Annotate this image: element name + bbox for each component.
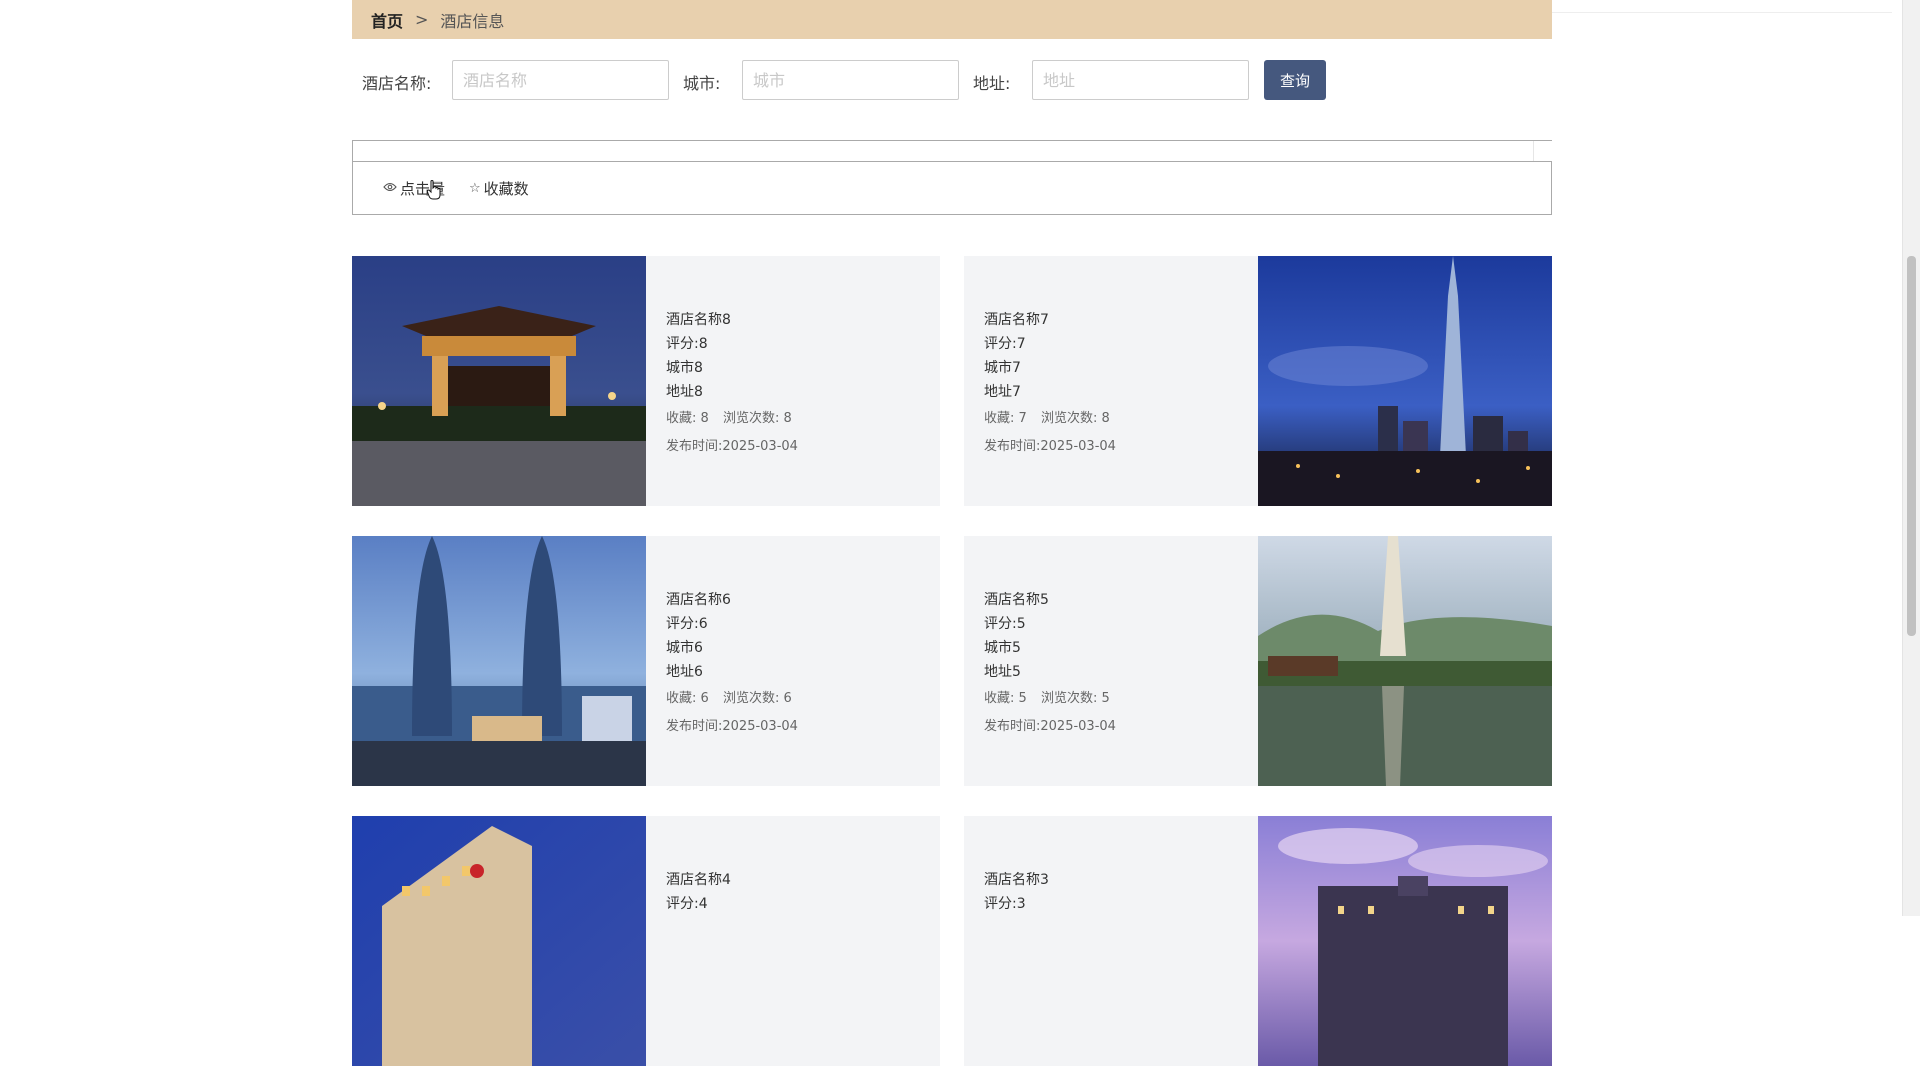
city-input[interactable]: [742, 60, 959, 100]
views-count: 8: [1101, 411, 1110, 426]
favorites-count: 5: [1018, 691, 1027, 706]
eye-icon: [383, 181, 397, 196]
hotel-info: 酒店名称5 评分:5 城市5 地址5 收藏: 5 浏览次数: 5 发布时间:20…: [984, 588, 1244, 740]
hotel-address: 地址7: [984, 384, 1021, 400]
hotel-image[interactable]: [352, 536, 646, 786]
hotel-image[interactable]: [1258, 536, 1552, 786]
favorites-count: 6: [700, 691, 709, 706]
hotel-name[interactable]: 酒店名称8: [666, 308, 926, 332]
publish-time: 发布时间:2025-03-04: [666, 714, 926, 740]
hotel-rating: 评分:8: [666, 336, 708, 352]
hotel-card[interactable]: 酒店名称5 评分:5 城市5 地址5 收藏: 5 浏览次数: 5 发布时间:20…: [964, 536, 1552, 786]
publish-time-label: 发布时间:: [984, 439, 1041, 454]
sort-by-favorites[interactable]: ☆ 收藏数: [469, 178, 529, 199]
favorites-label: 收藏:: [984, 411, 1015, 426]
hotel-city: 城市8: [666, 360, 703, 376]
header-divider: [1552, 12, 1892, 13]
hotel-name[interactable]: 酒店名称6: [666, 588, 926, 612]
hotel-image[interactable]: [1258, 816, 1552, 1066]
favorites-label: 收藏:: [666, 411, 697, 426]
sort-favorites-label: 收藏数: [483, 180, 529, 198]
publish-time: 发布时间:2025-03-04: [666, 434, 926, 460]
hotel-rating: 评分:4: [666, 896, 708, 912]
hotel-city: 城市5: [984, 640, 1021, 656]
sort-panel-strip: [353, 141, 1552, 162]
hotel-rating: 评分:5: [984, 616, 1026, 632]
favorites-count: 7: [1018, 411, 1027, 426]
hotel-rating: 评分:7: [984, 336, 1026, 352]
hotel-image[interactable]: [352, 256, 646, 506]
hotel-rating: 评分:3: [984, 896, 1026, 912]
publish-time-label: 发布时间:: [666, 439, 723, 454]
breadcrumb-current: 酒店信息: [440, 11, 505, 31]
hotel-city: 城市6: [666, 640, 703, 656]
hotel-stats: 收藏: 7 浏览次数: 8: [984, 406, 1244, 432]
hotel-card[interactable]: 酒店名称3 评分:3: [964, 816, 1552, 1066]
breadcrumb-separator: >: [415, 10, 429, 29]
hotel-name[interactable]: 酒店名称3: [984, 868, 1244, 892]
views-label: 浏览次数:: [722, 691, 780, 706]
publish-time-label: 发布时间:: [984, 719, 1041, 734]
views-count: 6: [783, 691, 792, 706]
mouse-pointer-icon: [427, 180, 441, 200]
star-icon: ☆: [469, 181, 481, 196]
publish-time-value: 2025-03-04: [1040, 719, 1116, 734]
city-label: 城市:: [683, 74, 721, 93]
hotel-name[interactable]: 酒店名称4: [666, 868, 926, 892]
scrollbar-thumb[interactable]: [1907, 256, 1916, 636]
hotel-image[interactable]: [1258, 256, 1552, 506]
search-form: 酒店名称: 城市: 地址: 查询: [352, 60, 1552, 100]
strip-end-mark: [1533, 141, 1552, 161]
query-button[interactable]: 查询: [1264, 60, 1326, 100]
hotel-image[interactable]: [352, 816, 646, 1066]
hotel-info: 酒店名称6 评分:6 城市6 地址6 收藏: 6 浏览次数: 6 发布时间:20…: [666, 588, 926, 740]
page-scrollbar[interactable]: [1902, 0, 1920, 916]
views-label: 浏览次数:: [722, 411, 780, 426]
hotel-stats: 收藏: 5 浏览次数: 5: [984, 686, 1244, 712]
hotel-info: 酒店名称8 评分:8 城市8 地址8 收藏: 8 浏览次数: 8 发布时间:20…: [666, 308, 926, 460]
favorites-count: 8: [700, 411, 709, 426]
hotel-card[interactable]: 酒店名称8 评分:8 城市8 地址8 收藏: 8 浏览次数: 8 发布时间:20…: [352, 256, 940, 506]
hotel-rating: 评分:6: [666, 616, 708, 632]
breadcrumb-home-link[interactable]: 首页: [371, 8, 403, 32]
publish-time: 发布时间:2025-03-04: [984, 714, 1244, 740]
hotel-city: 城市7: [984, 360, 1021, 376]
publish-time-value: 2025-03-04: [1040, 439, 1116, 454]
views-label: 浏览次数:: [1040, 691, 1098, 706]
hotel-card[interactable]: 酒店名称7 评分:7 城市7 地址7 收藏: 7 浏览次数: 8 发布时间:20…: [964, 256, 1552, 506]
hotel-address: 地址6: [666, 664, 703, 680]
views-label: 浏览次数:: [1040, 411, 1098, 426]
hotel-stats: 收藏: 8 浏览次数: 8: [666, 406, 926, 432]
publish-time-value: 2025-03-04: [722, 439, 798, 454]
hotel-address: 地址5: [984, 664, 1021, 680]
hotel-info: 酒店名称3 评分:3: [984, 868, 1244, 916]
views-count: 5: [1101, 691, 1110, 706]
hotel-info: 酒店名称7 评分:7 城市7 地址7 收藏: 7 浏览次数: 8 发布时间:20…: [984, 308, 1244, 460]
address-input[interactable]: [1032, 60, 1249, 100]
hotel-name[interactable]: 酒店名称7: [984, 308, 1244, 332]
publish-time-label: 发布时间:: [666, 719, 723, 734]
publish-time: 发布时间:2025-03-04: [984, 434, 1244, 460]
hotel-card[interactable]: 酒店名称6 评分:6 城市6 地址6 收藏: 6 浏览次数: 6 发布时间:20…: [352, 536, 940, 786]
sort-panel: 点击量 ☆ 收藏数: [352, 140, 1552, 215]
favorites-label: 收藏:: [666, 691, 697, 706]
hotel-name-label: 酒店名称:: [362, 74, 432, 93]
address-label: 地址:: [973, 74, 1011, 93]
hotel-address: 地址8: [666, 384, 703, 400]
hotel-stats: 收藏: 6 浏览次数: 6: [666, 686, 926, 712]
publish-time-value: 2025-03-04: [722, 719, 798, 734]
hotel-name-input[interactable]: [452, 60, 669, 100]
hotel-card[interactable]: 酒店名称4 评分:4: [352, 816, 940, 1066]
favorites-label: 收藏:: [984, 691, 1015, 706]
hotel-info: 酒店名称4 评分:4: [666, 868, 926, 916]
hotel-name[interactable]: 酒店名称5: [984, 588, 1244, 612]
views-count: 8: [783, 411, 792, 426]
breadcrumb: 首页 > 酒店信息: [352, 0, 1552, 39]
